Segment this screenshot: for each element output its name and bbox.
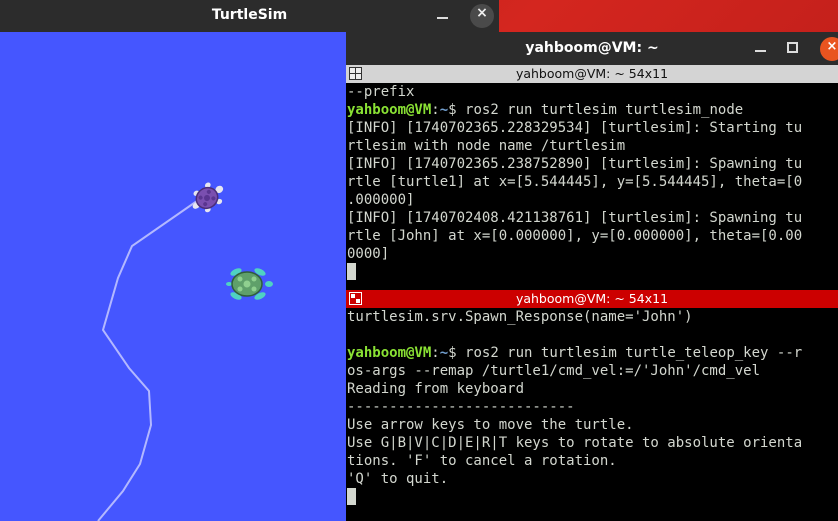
terminal-line: 0000] <box>347 246 390 262</box>
terminal-line: rtle [turtle1] at x=[5.544445], y=[5.544… <box>347 174 803 190</box>
prompt-command: $ ros2 run turtlesim turtlesim_node <box>448 102 744 118</box>
pane-label: yahboom@VM: ~ 54x11 <box>515 66 669 81</box>
terminal-line: --------------------------- <box>347 399 575 415</box>
terminal-pane-bottom[interactable]: turtlesim.srv.Spawn_Response(name='John'… <box>346 308 838 521</box>
cursor-line <box>347 488 838 506</box>
terminal-line: [INFO] [1740702365.238752890] [turtlesim… <box>347 156 803 172</box>
prompt-path: ~ <box>439 345 449 361</box>
terminal-line: Use G|B|V|C|D|E|R|T keys to rotate to ab… <box>347 435 803 451</box>
prompt-user: yahboom@VM <box>347 102 432 118</box>
cursor-line <box>347 263 838 281</box>
turtlesim-title: TurtleSim <box>211 7 288 23</box>
terminal-line: 'Q' to quit. <box>347 471 449 487</box>
terminal-window[interactable]: yahboom@VM: ~ × yahboom@VM: ~ 54x11 --pr… <box>346 32 838 521</box>
terminal-line: .000000] <box>347 192 415 208</box>
turtle-trail <box>97 200 198 521</box>
terminal-line: [INFO] [1740702408.421138761] [turtlesim… <box>347 210 803 226</box>
terminal-line: tions. 'F' to cancel a rotation. <box>347 453 617 469</box>
terminal-line: rtlesim with node name /turtlesim <box>347 138 626 154</box>
prompt-command: $ ros2 run turtlesim turtle_teleop_key -… <box>448 345 803 361</box>
terminal-cursor <box>347 263 356 280</box>
terminal-line: Reading from keyboard <box>347 381 525 397</box>
close-button[interactable]: × <box>470 4 494 28</box>
turtlesim-titlebar[interactable]: TurtleSim × <box>0 0 499 32</box>
minimize-icon[interactable] <box>750 38 772 60</box>
turtle-icon[interactable] <box>186 180 228 216</box>
maximize-icon[interactable] <box>787 42 798 53</box>
terminal-line: turtlesim.srv.Spawn_Response(name='John'… <box>347 309 693 325</box>
turtle-icon[interactable] <box>225 264 273 304</box>
pane-title-bar-active[interactable]: yahboom@VM: ~ 54x11 <box>346 290 838 308</box>
minimize-icon[interactable] <box>432 5 454 27</box>
terminal-prompt-line: yahboom@VM:~$ ros2 run turtlesim turtles… <box>347 102 744 118</box>
terminal-line: rtle [John] at x=[0.000000], y=[0.000000… <box>347 228 803 244</box>
terminal-pane-top[interactable]: --prefix yahboom@VM:~$ ros2 run turtlesim… <box>346 83 838 290</box>
terminal-cursor <box>347 488 356 505</box>
prompt-user: yahboom@VM <box>347 345 432 361</box>
terminal-line: --prefix <box>347 84 415 100</box>
close-button[interactable]: × <box>820 37 838 61</box>
terminal-prompt-line: yahboom@VM:~$ ros2 run turtlesim turtle_… <box>347 345 803 361</box>
close-icon: × <box>476 5 488 21</box>
pane-title-bar[interactable]: yahboom@VM: ~ 54x11 <box>346 65 838 83</box>
terminal-line: os-args --remap /turtle1/cmd_vel:=/'John… <box>347 363 761 379</box>
prompt-path: ~ <box>439 102 449 118</box>
terminal-line: Use arrow keys to move the turtle. <box>347 417 634 433</box>
terminal-titlebar[interactable]: yahboom@VM: ~ × <box>346 32 838 65</box>
terminal-line: [INFO] [1740702365.228329534] [turtlesim… <box>347 120 803 136</box>
pane-label: yahboom@VM: ~ 54x11 <box>515 291 669 306</box>
close-icon: × <box>826 39 838 54</box>
